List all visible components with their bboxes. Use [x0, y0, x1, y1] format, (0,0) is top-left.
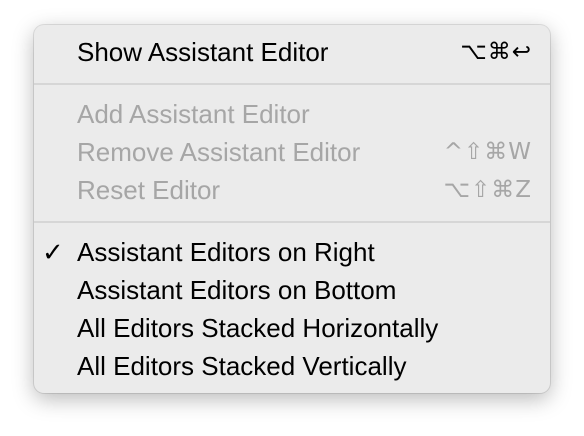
- menu-item-assistant-editors-on-right[interactable]: ✓ Assistant Editors on Right: [34, 233, 550, 271]
- menu-item-label: All Editors Stacked Horizontally: [77, 313, 439, 343]
- menu-item-assistant-editors-on-bottom[interactable]: Assistant Editors on Bottom: [34, 271, 550, 309]
- menu-item-add-assistant-editor: Add Assistant Editor: [34, 95, 550, 133]
- keyboard-shortcut: ⌥⇧⌘Z: [443, 177, 532, 203]
- menu-item-show-assistant-editor[interactable]: Show Assistant Editor ⌥⌘↩: [34, 33, 550, 71]
- menu-item-all-editors-stacked-horizontally[interactable]: All Editors Stacked Horizontally: [34, 309, 550, 347]
- menu-item-label: Assistant Editors on Right: [77, 237, 375, 267]
- menu-item-label: Reset Editor: [77, 175, 221, 205]
- assistant-editor-menu: Show Assistant Editor ⌥⌘↩ Add Assistant …: [34, 25, 550, 393]
- keyboard-shortcut: ^⇧⌘W: [443, 139, 532, 165]
- menu-item-remove-assistant-editor: Remove Assistant Editor ^⇧⌘W: [34, 133, 550, 171]
- menu-item-all-editors-stacked-vertically[interactable]: All Editors Stacked Vertically: [34, 347, 550, 385]
- menu-separator: [34, 83, 550, 85]
- menu-item-label: All Editors Stacked Vertically: [77, 351, 407, 381]
- menu-item-label: Remove Assistant Editor: [77, 137, 361, 167]
- menu-item-label: Add Assistant Editor: [77, 99, 310, 129]
- menu-item-reset-editor: Reset Editor ⌥⇧⌘Z: [34, 171, 550, 209]
- keyboard-shortcut: ⌥⌘↩: [460, 39, 532, 65]
- menu-separator: [34, 221, 550, 223]
- menu-item-label: Show Assistant Editor: [77, 37, 329, 67]
- menu-item-label: Assistant Editors on Bottom: [77, 275, 397, 305]
- checkmark-icon: ✓: [42, 237, 64, 267]
